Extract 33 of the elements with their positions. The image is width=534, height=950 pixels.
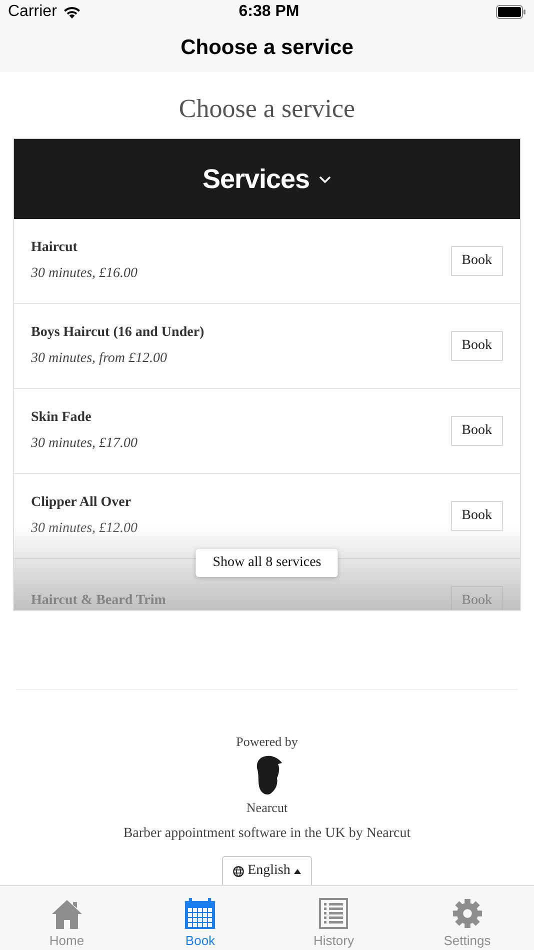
book-button[interactable]: Book	[450, 246, 503, 276]
globe-icon	[232, 866, 244, 876]
home-icon	[50, 899, 83, 929]
service-name: Clipper All Over	[31, 495, 132, 511]
book-button[interactable]: Book	[450, 416, 503, 446]
service-details: 30 minutes, £12.00	[31, 521, 138, 537]
book-button[interactable]: Book	[450, 501, 503, 531]
page-heading: Choose a service	[178, 94, 356, 124]
navigation-title: Choose a service	[180, 36, 354, 60]
tab-item[interactable]: Book	[134, 886, 267, 950]
settings-icon	[452, 898, 483, 929]
service-name: Haircut	[31, 240, 78, 256]
clock-time: 6:38 PM	[238, 3, 300, 22]
service-name: Boys Haircut (16 and Under)	[31, 325, 204, 341]
calendar-icon	[185, 898, 216, 929]
show-all-button[interactable]: Show all 8 services	[196, 549, 338, 577]
carrier-label: Carrier	[8, 3, 57, 22]
powered-by-label: Powered by	[236, 734, 298, 750]
services-header[interactable]: Services	[14, 139, 520, 219]
caret-icon	[294, 868, 302, 874]
book-button[interactable]: Book	[450, 331, 503, 361]
brand-name: Nearcut	[246, 800, 288, 816]
chevron-icon	[318, 174, 332, 184]
tagline: Barber appointment software in the UK by Nearcut	[123, 826, 411, 842]
service-name: Skin Fade	[31, 410, 92, 426]
service-details: 30 minutes, £17.00	[31, 436, 138, 452]
service-details: 30 minutes, from £12.00	[31, 351, 168, 367]
wifi-icon	[62, 6, 81, 19]
service-name: Haircut & Beard Trim	[31, 593, 166, 609]
service-details: 30 minutes, £16.00	[31, 266, 138, 282]
list-icon	[319, 898, 348, 929]
language-selector[interactable]: English	[222, 856, 312, 885]
battery-icon	[496, 5, 526, 20]
